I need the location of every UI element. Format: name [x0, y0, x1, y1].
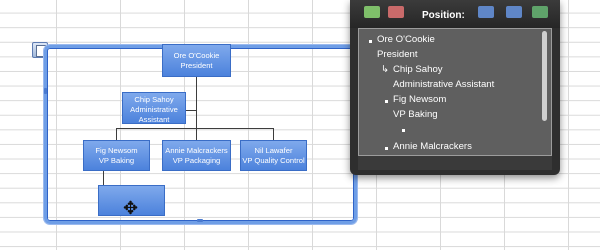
list-item[interactable]: President: [377, 49, 418, 60]
node-name: Nil Lawafer: [254, 146, 293, 155]
bullet-icon: [385, 147, 388, 150]
connector-line: [186, 110, 196, 111]
node-title: Administrative Assistant: [130, 105, 178, 124]
org-node-assistant[interactable]: Chip Sahoy Administrative Assistant: [122, 92, 186, 124]
org-node-baking[interactable]: Fig Newsom VP Baking: [83, 140, 150, 171]
list-item[interactable]: Annie Malcrackers: [393, 141, 472, 152]
org-node-packaging[interactable]: Annie Malcrackers VP Packaging: [162, 140, 231, 171]
connector-line: [116, 128, 274, 129]
resize-handle-left[interactable]: [44, 88, 47, 94]
connector-line: [116, 128, 117, 140]
add-shape-icon[interactable]: [364, 6, 380, 18]
connector-line: [273, 128, 274, 140]
text-pane-list[interactable]: Ore O'Cookie President ↳ Chip Sahoy Admi…: [358, 28, 552, 156]
smartart-text-pane[interactable]: Position: Ore O'Cookie President ↳ Chip …: [350, 0, 560, 175]
org-node-president[interactable]: Ore O'Cookie President: [162, 44, 231, 77]
position-label: Position:: [422, 10, 465, 21]
node-name: Chip Sahoy: [134, 95, 174, 104]
bullet-icon: [385, 100, 388, 103]
list-item[interactable]: Ore O'Cookie: [377, 34, 435, 45]
text-pane-footer: [358, 156, 552, 170]
bullet-icon: [402, 129, 405, 132]
node-name: Fig Newsom: [95, 146, 138, 155]
text-pane-toolbar: Position:: [350, 0, 560, 28]
demote-icon[interactable]: [506, 6, 522, 18]
bullet-icon: [369, 40, 372, 43]
list-item[interactable]: Fig Newsom: [393, 94, 446, 105]
text-pane-scrollbar[interactable]: [542, 31, 547, 121]
node-title: VP Packaging: [172, 156, 221, 165]
move-up-icon[interactable]: [532, 6, 548, 18]
node-title: VP Quality Control: [242, 156, 305, 165]
node-title: VP Baking: [98, 156, 135, 165]
list-item[interactable]: Administrative Assistant: [393, 79, 494, 90]
node-title: President: [180, 61, 213, 70]
connector-line: [196, 128, 197, 140]
delete-shape-icon[interactable]: [388, 6, 404, 18]
node-name: Annie Malcrackers: [165, 146, 228, 155]
node-name: Ore O'Cookie: [173, 51, 220, 60]
list-item[interactable]: Chip Sahoy: [393, 64, 443, 75]
indent-arrow-icon: ↳: [381, 64, 390, 75]
resize-handle-bottom[interactable]: [197, 219, 203, 222]
move-cursor-icon: ✥: [123, 198, 139, 218]
connector-line: [196, 77, 197, 129]
promote-icon[interactable]: [478, 6, 494, 18]
list-item[interactable]: VP Baking: [393, 109, 438, 120]
org-node-quality[interactable]: Nil Lawafer VP Quality Control: [240, 140, 307, 171]
